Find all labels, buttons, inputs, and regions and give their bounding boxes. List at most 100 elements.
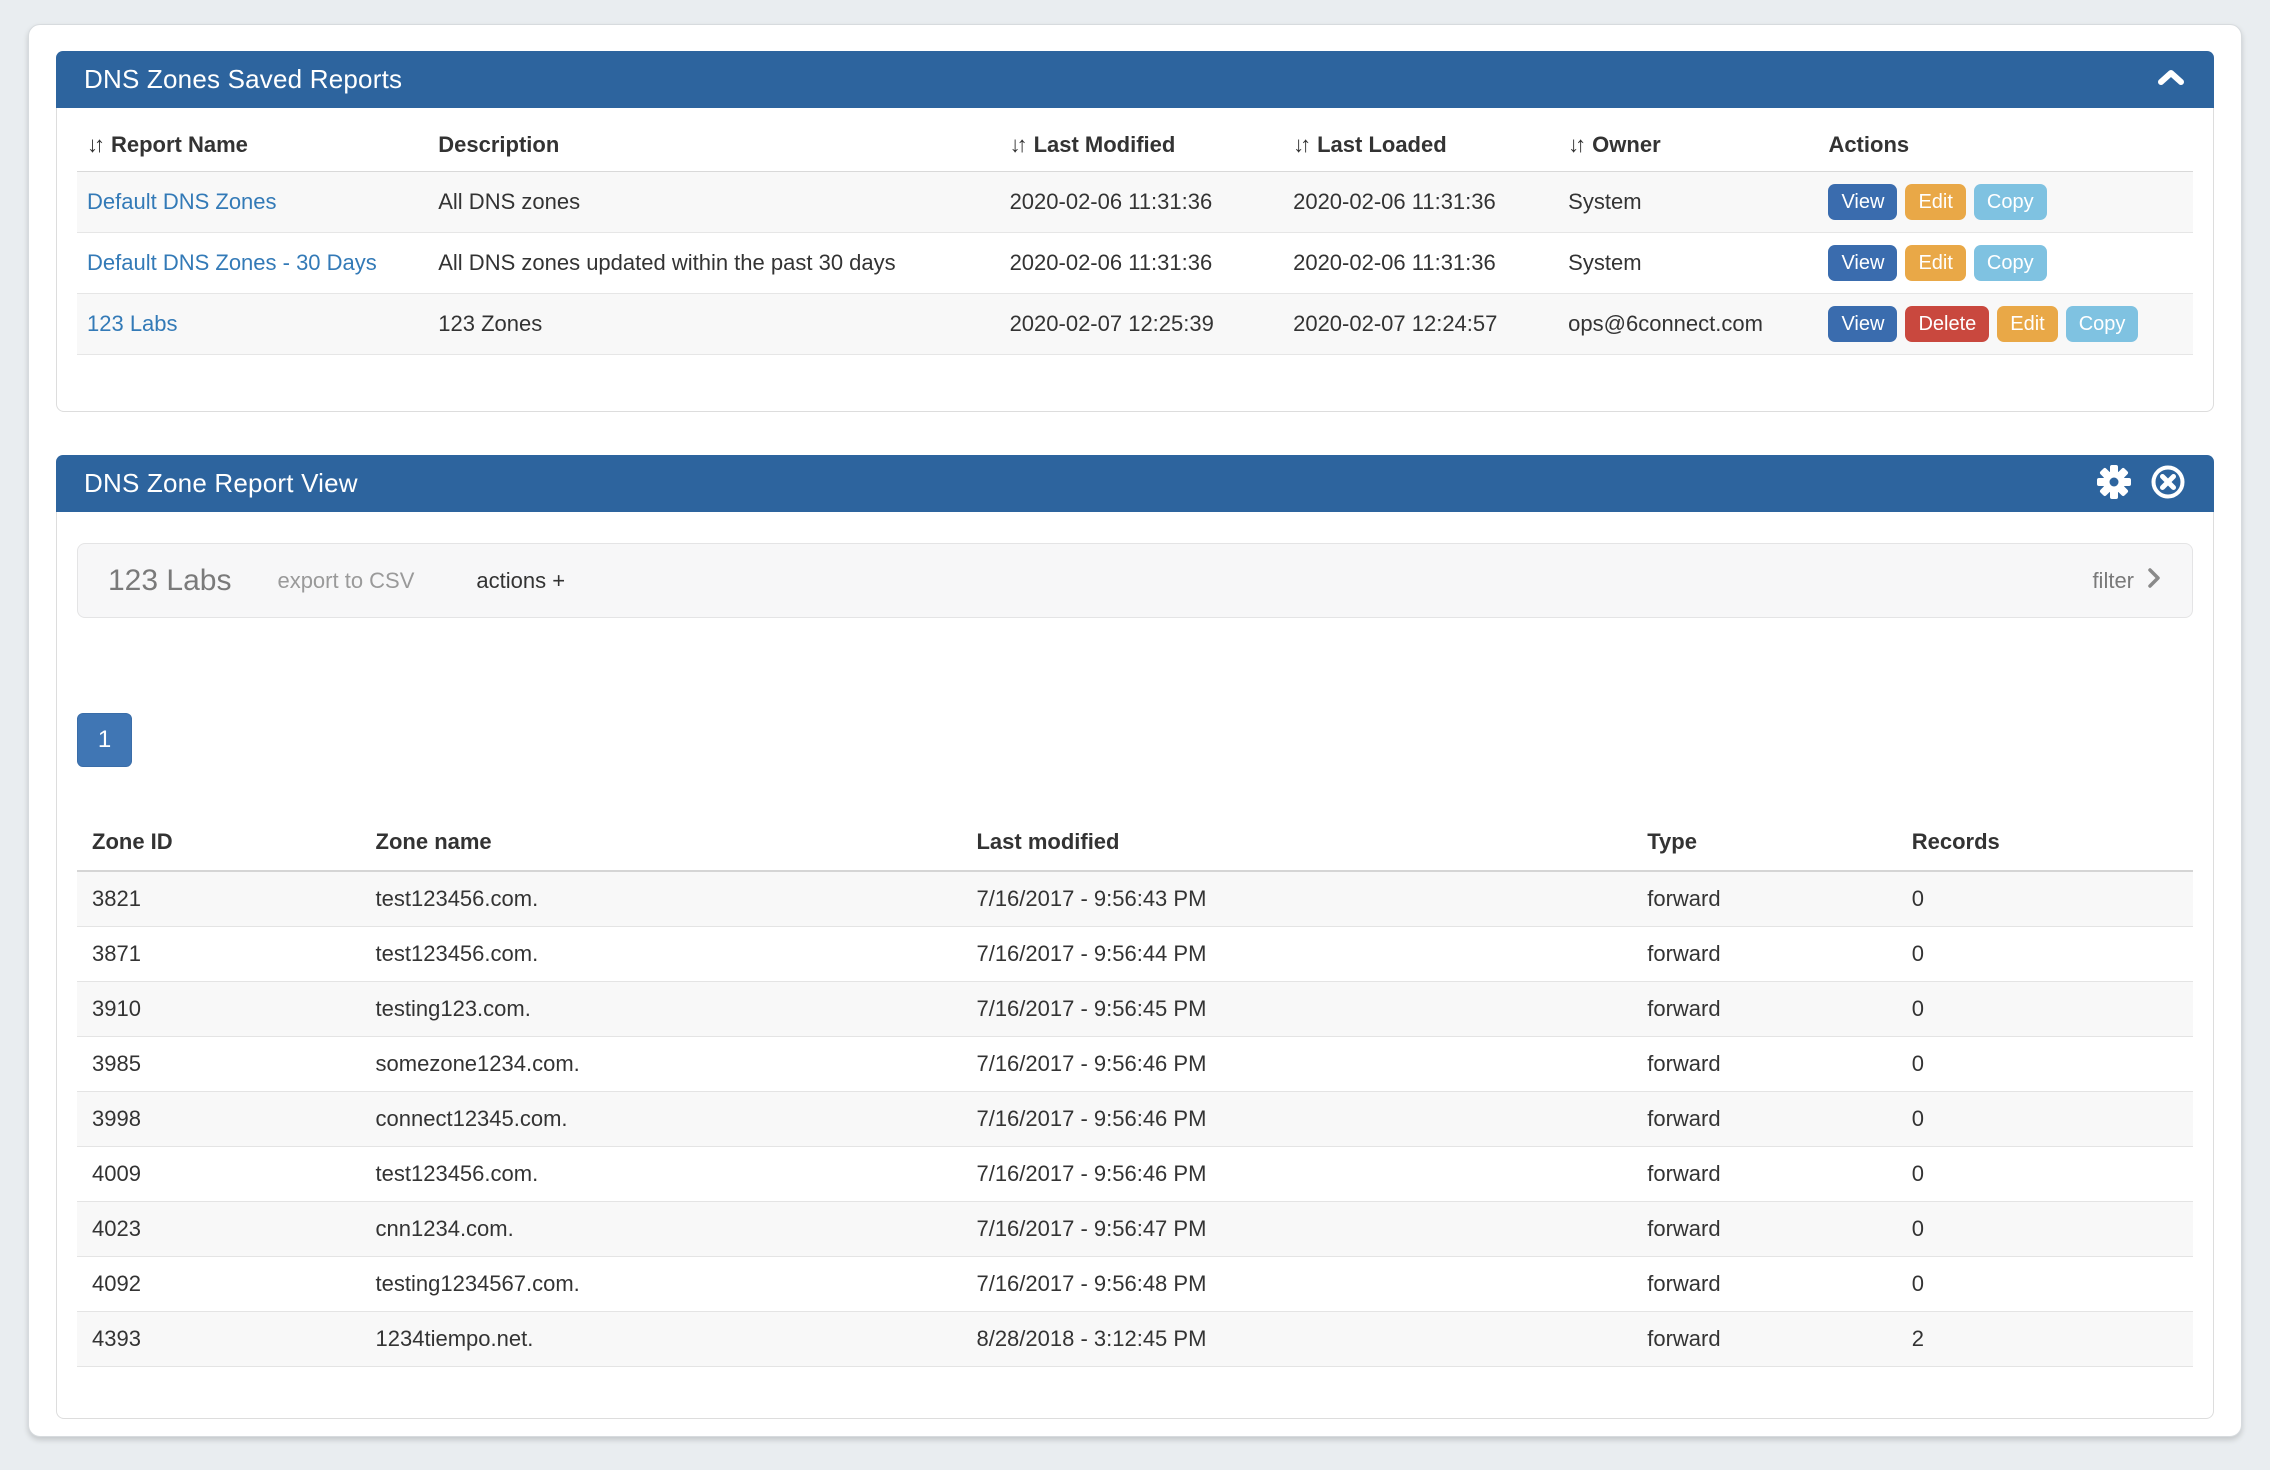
report-last-modified-cell: 2020-02-06 11:31:36 bbox=[1000, 172, 1284, 233]
saved-reports-panel-title: DNS Zones Saved Reports bbox=[84, 64, 402, 95]
zone-name-cell: cnn1234.com. bbox=[361, 1201, 962, 1256]
zone-type-cell: forward bbox=[1632, 1036, 1897, 1091]
chevron-up-icon bbox=[2156, 68, 2186, 91]
saved-reports-panel-header: DNS Zones Saved Reports bbox=[56, 51, 2214, 108]
zone-last-modified-cell: 7/16/2017 - 9:56:46 PM bbox=[961, 1146, 1632, 1201]
column-header-last-modified[interactable]: ↓↑Last Modified bbox=[1000, 108, 1284, 172]
zone-name-cell: testing123.com. bbox=[361, 981, 962, 1036]
zones-header-row: Zone IDZone nameLast modifiedTypeRecords bbox=[77, 809, 2193, 871]
page-button-1[interactable]: 1 bbox=[77, 713, 132, 767]
gear-icon bbox=[2096, 464, 2132, 503]
zone-id-cell: 3910 bbox=[77, 981, 361, 1036]
zone-type-cell: forward bbox=[1632, 1201, 1897, 1256]
zone-records-cell: 0 bbox=[1897, 1256, 2193, 1311]
report-last-loaded-cell: 2020-02-06 11:31:36 bbox=[1283, 172, 1558, 233]
export-csv-link[interactable]: export to CSV bbox=[277, 568, 414, 594]
zones-table: Zone IDZone nameLast modifiedTypeRecords… bbox=[77, 809, 2193, 1367]
zone-last-modified-cell: 7/16/2017 - 9:56:48 PM bbox=[961, 1256, 1632, 1311]
copy-button[interactable]: Copy bbox=[1974, 245, 2047, 281]
zone-name-cell: 1234tiempo.net. bbox=[361, 1311, 962, 1366]
delete-button[interactable]: Delete bbox=[1905, 306, 1989, 342]
pagination: 1 bbox=[77, 713, 2213, 767]
report-description-cell: 123 Zones bbox=[428, 294, 999, 355]
zone-records-cell: 0 bbox=[1897, 981, 2193, 1036]
sort-arrows-icon: ↓↑ bbox=[1010, 132, 1024, 158]
zone-name-cell: testing1234567.com. bbox=[361, 1256, 962, 1311]
column-label: Description bbox=[438, 132, 559, 157]
report-link[interactable]: 123 Labs bbox=[87, 311, 178, 336]
edit-button[interactable]: Edit bbox=[1905, 184, 1965, 220]
zone-row: 3871test123456.com.7/16/2017 - 9:56:44 P… bbox=[77, 926, 2193, 981]
zone-type-cell: forward bbox=[1632, 981, 1897, 1036]
zone-row: 3910testing123.com.7/16/2017 - 9:56:45 P… bbox=[77, 981, 2193, 1036]
zone-type-cell: forward bbox=[1632, 1311, 1897, 1366]
report-last-loaded-cell: 2020-02-06 11:31:36 bbox=[1283, 233, 1558, 294]
edit-button[interactable]: Edit bbox=[1905, 245, 1965, 281]
zone-last-modified-cell: 7/16/2017 - 9:56:46 PM bbox=[961, 1036, 1632, 1091]
report-link[interactable]: Default DNS Zones bbox=[87, 189, 277, 214]
saved-reports-header-row: ↓↑Report NameDescription↓↑Last Modified↓… bbox=[77, 108, 2193, 172]
column-header-report-name[interactable]: ↓↑Report Name bbox=[77, 108, 428, 172]
saved-reports-panel-body: ↓↑Report NameDescription↓↑Last Modified↓… bbox=[57, 108, 2213, 411]
report-link[interactable]: Default DNS Zones - 30 Days bbox=[87, 250, 377, 275]
panel-settings-button[interactable] bbox=[2096, 464, 2132, 503]
zone-name-cell: test123456.com. bbox=[361, 871, 962, 926]
zone-name-cell: somezone1234.com. bbox=[361, 1036, 962, 1091]
collapse-panel-button[interactable] bbox=[2156, 68, 2186, 91]
column-header-owner[interactable]: ↓↑Owner bbox=[1558, 108, 1818, 172]
zone-records-cell: 0 bbox=[1897, 1201, 2193, 1256]
zone-name-cell: test123456.com. bbox=[361, 1146, 962, 1201]
zones-table-wrap: Zone IDZone nameLast modifiedTypeRecords… bbox=[77, 809, 2193, 1367]
report-actions-cell: ViewEditCopy bbox=[1818, 172, 2193, 233]
zone-row: 4009test123456.com.7/16/2017 - 9:56:46 P… bbox=[77, 1146, 2193, 1201]
zone-records-cell: 0 bbox=[1897, 1146, 2193, 1201]
zone-id-cell: 4009 bbox=[77, 1146, 361, 1201]
zone-type-cell: forward bbox=[1632, 1146, 1897, 1201]
report-last-modified-cell: 2020-02-06 11:31:36 bbox=[1000, 233, 1284, 294]
zone-row: 3998connect12345.com.7/16/2017 - 9:56:46… bbox=[77, 1091, 2193, 1146]
zone-type-cell: forward bbox=[1632, 926, 1897, 981]
report-actions-cell: ViewEditCopy bbox=[1818, 233, 2193, 294]
zone-last-modified-cell: 7/16/2017 - 9:56:45 PM bbox=[961, 981, 1632, 1036]
column-header-last-loaded[interactable]: ↓↑Last Loaded bbox=[1283, 108, 1558, 172]
zone-row: 4092testing1234567.com.7/16/2017 - 9:56:… bbox=[77, 1256, 2193, 1311]
column-header-description: Description bbox=[428, 108, 999, 172]
filter-label: filter bbox=[2092, 568, 2134, 594]
report-name-cell: 123 Labs bbox=[77, 294, 428, 355]
column-header-type: Type bbox=[1632, 809, 1897, 871]
zone-name-cell: connect12345.com. bbox=[361, 1091, 962, 1146]
column-label: Report Name bbox=[111, 132, 248, 157]
view-button[interactable]: View bbox=[1828, 245, 1897, 281]
zone-records-cell: 0 bbox=[1897, 871, 2193, 926]
column-label: Actions bbox=[1828, 132, 1909, 157]
report-last-modified-cell: 2020-02-07 12:25:39 bbox=[1000, 294, 1284, 355]
column-label: Owner bbox=[1592, 132, 1660, 157]
zone-id-cell: 3985 bbox=[77, 1036, 361, 1091]
zone-row: 43931234tiempo.net.8/28/2018 - 3:12:45 P… bbox=[77, 1311, 2193, 1366]
column-header-zone-name: Zone name bbox=[361, 809, 962, 871]
copy-button[interactable]: Copy bbox=[1974, 184, 2047, 220]
actions-menu-link[interactable]: actions + bbox=[476, 568, 565, 594]
zone-id-cell: 3998 bbox=[77, 1091, 361, 1146]
report-description-cell: All DNS zones bbox=[428, 172, 999, 233]
saved-reports-table: ↓↑Report NameDescription↓↑Last Modified↓… bbox=[77, 108, 2193, 355]
report-view-panel-header: DNS Zone Report View bbox=[56, 455, 2214, 512]
circle-x-icon bbox=[2150, 464, 2186, 503]
column-header-actions: Actions bbox=[1818, 108, 2193, 172]
panel-close-button[interactable] bbox=[2150, 464, 2186, 503]
view-button[interactable]: View bbox=[1828, 184, 1897, 220]
view-button[interactable]: View bbox=[1828, 306, 1897, 342]
zone-id-cell: 4393 bbox=[77, 1311, 361, 1366]
report-view-panel-title: DNS Zone Report View bbox=[84, 468, 358, 499]
copy-button[interactable]: Copy bbox=[2066, 306, 2139, 342]
report-name-cell: Default DNS Zones bbox=[77, 172, 428, 233]
edit-button[interactable]: Edit bbox=[1997, 306, 2057, 342]
zone-id-cell: 4092 bbox=[77, 1256, 361, 1311]
zone-last-modified-cell: 7/16/2017 - 9:56:47 PM bbox=[961, 1201, 1632, 1256]
sort-arrows-icon: ↓↑ bbox=[1293, 132, 1307, 158]
zone-id-cell: 3821 bbox=[77, 871, 361, 926]
filter-toggle[interactable]: filter bbox=[2092, 566, 2162, 596]
zone-last-modified-cell: 7/16/2017 - 9:56:46 PM bbox=[961, 1091, 1632, 1146]
main-container: DNS Zones Saved Reports ↓↑Report NameDes… bbox=[28, 24, 2242, 1437]
zone-last-modified-cell: 7/16/2017 - 9:56:43 PM bbox=[961, 871, 1632, 926]
